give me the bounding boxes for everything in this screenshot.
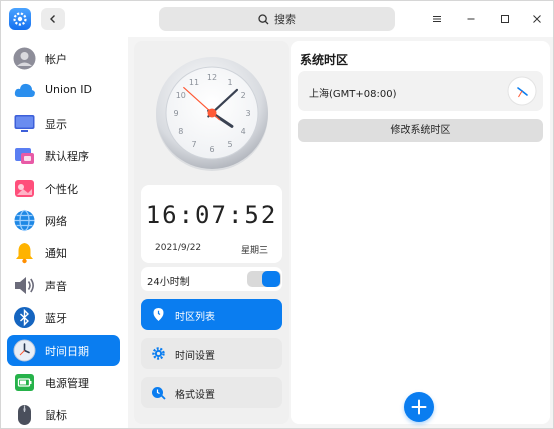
bell-icon <box>16 243 33 264</box>
clock-number: 12 <box>207 73 217 82</box>
bluetooth-icon <box>14 307 35 328</box>
gear-icon <box>152 347 165 360</box>
sidebar-item-label: 个性化 <box>45 183 78 196</box>
toggle-24h-switch[interactable] <box>247 271 281 287</box>
sidebar-item-display[interactable]: 显示 <box>7 108 120 139</box>
menu-format-settings[interactable]: 格式设置 <box>141 377 282 408</box>
timezone-row: 上海(GMT+08:00) <box>298 71 543 111</box>
cloud-icon <box>14 83 35 97</box>
control-center-window: 搜索 帐户 Union ID 显示 默认程序 个性化 网络 通知 声音 蓝牙 时… <box>0 0 554 429</box>
toggle-24h-row: 24小时制 <box>141 267 282 291</box>
speaker-icon <box>15 277 34 294</box>
sidebar-item-label: 鼠标 <box>45 409 67 422</box>
sidebar-item-union-id[interactable]: Union ID <box>7 75 120 106</box>
modify-timezone-button[interactable]: 修改系统时区 <box>298 119 543 142</box>
system-timezone-panel: 系统时区 上海(GMT+08:00) 修改系统时区 <box>291 41 550 424</box>
format-clock-icon <box>152 387 166 400</box>
settings-app-icon[interactable] <box>9 8 31 30</box>
clock-number: 10 <box>176 91 186 100</box>
default-apps-icon <box>15 148 34 164</box>
clock-number: 1 <box>227 78 232 87</box>
sidebar-item-account[interactable]: 帐户 <box>7 43 120 74</box>
clock-number: 5 <box>227 140 232 149</box>
sidebar-item-bluetooth[interactable]: 蓝牙 <box>7 302 120 333</box>
maximize-button[interactable] <box>495 9 515 29</box>
menu-timezone-list[interactable]: 时区列表 <box>141 299 282 330</box>
mouse-icon <box>18 405 31 425</box>
battery-icon <box>15 374 34 391</box>
clock-icon <box>13 339 36 362</box>
current-weekday: 星期三 <box>240 246 268 256</box>
maximize-icon <box>501 15 509 23</box>
back-button[interactable] <box>41 8 65 30</box>
clock-number: 6 <box>209 145 214 154</box>
digital-time: 16:07:52 <box>145 201 278 229</box>
menu-button[interactable] <box>427 9 447 29</box>
clock-number: 8 <box>178 127 183 136</box>
back-arrow-icon <box>50 15 55 23</box>
menu-label: 时区列表 <box>175 312 215 323</box>
section-title: 系统时区 <box>300 53 349 67</box>
sidebar-item-label: 帐户 <box>45 53 67 66</box>
sidebar-item-label: 时间日期 <box>45 345 89 358</box>
datetime-panel: 12 1 2 3 4 5 6 7 8 9 10 11 16:07:52 2021/9/22 星期三 2… <box>134 41 289 424</box>
timezone-clock-icon <box>507 76 537 106</box>
sidebar-item-label: 电源管理 <box>45 377 89 390</box>
clock-number: 9 <box>173 109 178 118</box>
digital-clock-card: 16:07:52 2021/9/22 星期三 <box>141 185 282 263</box>
toggle-24h-label: 24小时制 <box>147 277 190 288</box>
sidebar-item-sound[interactable]: 声音 <box>7 270 120 301</box>
menu-label: 时间设置 <box>175 351 215 362</box>
sidebar: 帐户 Union ID 显示 默认程序 个性化 网络 通知 声音 蓝牙 时间日期… <box>1 37 128 428</box>
add-timezone-button[interactable] <box>404 392 434 422</box>
sidebar-item-label: 蓝牙 <box>45 312 67 325</box>
sidebar-item-label: 声音 <box>45 280 67 293</box>
clock-number: 11 <box>189 78 199 87</box>
close-icon <box>533 15 541 23</box>
account-avatar-icon <box>13 47 36 70</box>
analog-clock: 12 1 2 3 4 5 6 7 8 9 10 11 <box>154 55 270 171</box>
clock-number: 3 <box>245 109 250 118</box>
personalization-icon <box>15 180 34 197</box>
title-bar: 搜索 <box>1 1 553 37</box>
search-icon <box>258 13 269 24</box>
sidebar-item-notification[interactable]: 通知 <box>7 237 120 268</box>
sidebar-item-label: 默认程序 <box>45 150 89 163</box>
minimize-button[interactable] <box>461 9 481 29</box>
sidebar-item-mouse[interactable]: 鼠标 <box>7 399 120 428</box>
clock-number: 7 <box>191 140 196 149</box>
sidebar-item-network[interactable]: 网络 <box>7 205 120 236</box>
timezone-label: 上海(GMT+08:00) <box>309 89 397 100</box>
sidebar-item-label: 显示 <box>45 118 67 131</box>
clock-number: 4 <box>241 127 246 136</box>
toggle-knob <box>262 271 280 287</box>
close-button[interactable] <box>527 9 547 29</box>
current-date: 2021/9/22 <box>155 243 202 253</box>
network-globe-icon <box>14 209 35 232</box>
menu-time-settings[interactable]: 时间设置 <box>141 338 282 369</box>
menu-label: 格式设置 <box>175 390 215 401</box>
clock-center-pin <box>207 108 217 118</box>
menu-icon <box>433 16 441 22</box>
sidebar-item-power[interactable]: 电源管理 <box>7 367 120 398</box>
clock-number: 2 <box>241 91 246 100</box>
sidebar-item-label: Union ID <box>45 83 92 96</box>
search-placeholder: 搜索 <box>274 13 296 26</box>
sidebar-item-default-apps[interactable]: 默认程序 <box>7 140 120 171</box>
location-pin-icon <box>153 308 164 321</box>
sidebar-item-label: 通知 <box>45 247 67 260</box>
search-box[interactable]: 搜索 <box>159 7 395 31</box>
sidebar-item-date-time[interactable]: 时间日期 <box>7 335 120 366</box>
minimize-icon <box>467 18 475 20</box>
sidebar-item-label: 网络 <box>45 215 67 228</box>
sidebar-item-personalization[interactable]: 个性化 <box>7 173 120 204</box>
plus-icon <box>411 399 427 415</box>
monitor-icon <box>14 115 35 132</box>
